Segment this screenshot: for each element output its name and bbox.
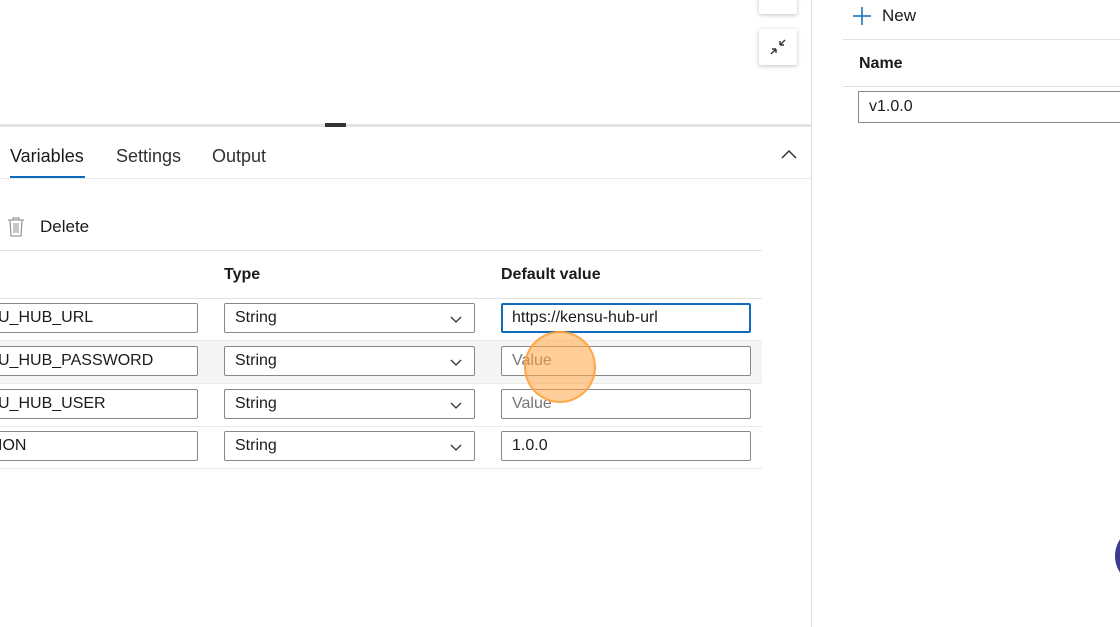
chevron-down-icon [450, 444, 462, 451]
minimize-canvas-button[interactable] [759, 29, 797, 65]
variable-name-input[interactable]: U_HUB_USER [0, 389, 198, 419]
tab-variables[interactable]: Variables [10, 146, 84, 167]
type-selected-value: String [235, 352, 277, 369]
chevron-down-icon [450, 316, 462, 323]
table-row: U_HUB_PASSWORD String Value [0, 341, 762, 384]
delete-label: Delete [40, 217, 90, 236]
divider [843, 86, 1120, 87]
collapse-arrows-icon [770, 39, 786, 55]
chevron-down-icon [450, 359, 462, 366]
column-header-type: Type [224, 266, 261, 283]
tab-output[interactable]: Output [212, 146, 266, 167]
trash-icon [8, 217, 24, 237]
variable-name-input[interactable]: U_HUB_PASSWORD [0, 346, 198, 376]
assistant-avatar[interactable] [1115, 526, 1120, 586]
active-tab-indicator [10, 176, 85, 178]
fit-to-screen-button[interactable] [759, 0, 797, 14]
plus-icon [853, 7, 871, 25]
type-selected-value: String [235, 437, 277, 454]
type-dropdown[interactable]: String [224, 303, 475, 333]
divider [843, 39, 1120, 40]
table-row: ION String 1.0.0 [0, 426, 762, 469]
new-button[interactable]: New [852, 4, 916, 28]
click-indicator [524, 331, 596, 403]
variable-name-input[interactable]: U_HUB_URL [0, 303, 198, 333]
chevron-up-icon [781, 149, 797, 159]
column-header-default-value: Default value [501, 266, 601, 283]
fit-screen-icon [768, 0, 788, 6]
default-value-input[interactable]: 1.0.0 [501, 431, 751, 461]
pipeline-editor-pane: Variables Settings Output Delete Type De… [0, 0, 812, 627]
variables-table-header: Type Default value [0, 250, 762, 299]
name-column-header: Name [859, 55, 903, 72]
new-label: New [882, 6, 917, 25]
tab-settings[interactable]: Settings [116, 146, 181, 167]
type-dropdown[interactable]: String [224, 346, 475, 376]
variable-name-input[interactable]: ION [0, 431, 198, 461]
table-row: U_HUB_URL String https://kensu-hub-url [0, 298, 762, 341]
default-value-input[interactable]: https://kensu-hub-url [501, 303, 751, 333]
delete-button[interactable]: Delete [6, 215, 89, 239]
type-selected-value: String [235, 309, 277, 326]
version-name-input[interactable]: v1.0.0 [858, 91, 1120, 123]
version-side-panel: New Name v1.0.0 [812, 0, 1120, 627]
type-selected-value: String [235, 395, 277, 412]
type-dropdown[interactable]: String [224, 431, 475, 461]
tab-bar: Variables Settings Output [0, 127, 811, 179]
type-dropdown[interactable]: String [224, 389, 475, 419]
table-row: U_HUB_USER String Value [0, 384, 762, 427]
collapse-panel-button[interactable] [779, 145, 799, 165]
chevron-down-icon [450, 402, 462, 409]
